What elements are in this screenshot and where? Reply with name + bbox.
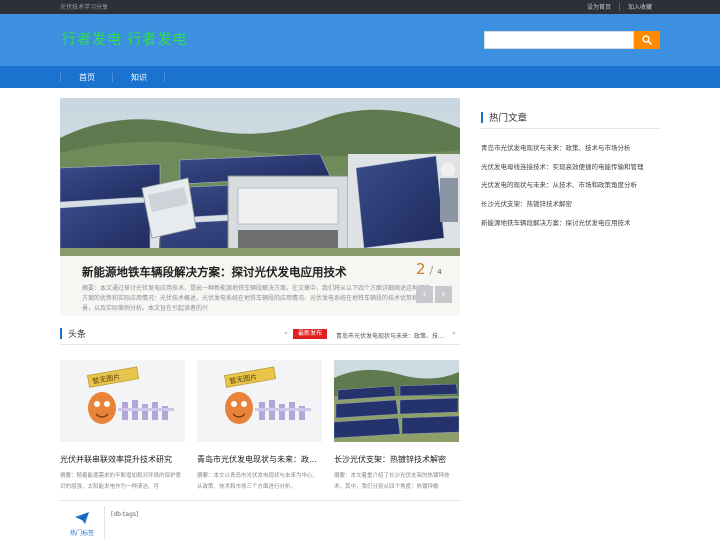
carousel-prev-button[interactable]: ‹ [416, 286, 433, 303]
solar-field-photo [334, 360, 459, 442]
carousel-next-button[interactable]: › [435, 286, 452, 303]
search-box [484, 31, 660, 49]
nav-item-knowledge[interactable]: 知识 [131, 72, 147, 83]
carousel-title[interactable]: 新能源地铁车辆段解决方案：探讨光伏发电应用技术 [82, 264, 347, 280]
article-thumbnail[interactable] [334, 360, 459, 442]
article-card[interactable]: 暂无图片 光伏并联串联效率提升技术研究 摘要：随着能源需求的不断增加和对环境的保… [60, 360, 185, 493]
nav-divider [60, 73, 61, 82]
nav-divider [112, 73, 113, 82]
article-card[interactable]: 长沙光伏支架：热镀锌技术解密 摘要：本文着重介绍了长沙光伏支架的热镀锌技术。其中… [334, 360, 459, 493]
sidebar-divider [481, 128, 660, 129]
carousel-caption: 新能源地铁车辆段解决方案：探讨光伏发电应用技术 2/4 摘要：本文通过探讨光伏发… [60, 256, 460, 316]
no-image-placeholder-icon: 暂无图片 [197, 360, 322, 442]
news-ticker[interactable]: 青岛市光伏发电现状与未来：政策、技… [336, 331, 446, 340]
featured-carousel[interactable]: 新能源地铁车辆段解决方案：探讨光伏发电应用技术 2/4 摘要：本文通过探讨光伏发… [60, 98, 460, 316]
search-icon [642, 35, 652, 45]
hot-article-link[interactable]: 光伏发电母线连接技术：实现高效便捷的电能传输和管理 [481, 161, 661, 180]
headlines-divider [60, 344, 460, 345]
latest-badge: 最新发布 [293, 329, 328, 339]
hot-tags-block: 热门标签 [60, 506, 104, 540]
top-bar: 光伏技术学习分享 设为首页 加入收藏 [0, 0, 720, 14]
hot-articles-list: 青岛市光伏发电现状与未来：政策、技术与市场分析 光伏发电母线连接技术：实现高效便… [481, 142, 661, 235]
tags-divider [104, 506, 105, 540]
ticker-prev-button[interactable]: « [284, 330, 288, 337]
headlines-label: 头条 [68, 329, 87, 340]
article-card[interactable]: 暂无图片 青岛市光伏发电现状与未来：政… 摘要：本文以青岛市光伏发电现状与未来为… [197, 360, 322, 493]
tags-list[interactable]: [db:tags] [111, 511, 138, 518]
article-title[interactable]: 光伏并联串联效率提升技术研究 [60, 454, 185, 465]
cards-divider [60, 500, 460, 501]
add-favorite-link[interactable]: 加入收藏 [620, 2, 660, 11]
chevron-right-icon: › [441, 289, 446, 300]
carousel-total-pages: 4 [437, 268, 442, 276]
set-home-link[interactable]: 设为首页 [579, 2, 619, 11]
site-header: 行者发电 行者发电 [0, 14, 720, 66]
top-links: 设为首页 加入收藏 [579, 2, 660, 11]
hot-article-link[interactable]: 青岛市光伏发电现状与未来：政策、技术与市场分析 [481, 142, 661, 161]
search-button[interactable] [634, 31, 660, 49]
hot-article-link[interactable]: 长沙光伏支架：热镀锌技术解密 [481, 198, 661, 217]
article-summary: 摘要：随着能源需求的不断增加和对环境的保护意识的增强，太阳能发电作为一种清洁、可 [60, 473, 182, 490]
site-tagline: 光伏技术学习分享 [60, 4, 109, 11]
site-logo[interactable]: 行者发电 行者发电 [62, 29, 187, 49]
ticker-next-button[interactable]: » [452, 330, 456, 337]
carousel-description: 摘要：本文通过探讨光伏发电应用技术，提出一种新能源地铁车辆段解决方案。在文章中，… [82, 285, 431, 312]
hot-articles-heading: 热门文章 [481, 110, 527, 124]
nav-item-home[interactable]: 首页 [79, 72, 95, 83]
hot-article-link[interactable]: 光伏发电的现状与未来：从技术、市场和政策角度分析 [481, 179, 661, 198]
hot-article-link[interactable]: 新能源地铁车辆段解决方案：探讨光伏发电应用技术 [481, 217, 661, 236]
no-image-placeholder-icon: 暂无图片 [60, 360, 185, 442]
headlines-heading: 头条 [60, 326, 86, 340]
paper-plane-icon [75, 512, 89, 524]
main-nav: 首页 知识 [0, 66, 720, 88]
article-thumbnail[interactable]: 暂无图片 [60, 360, 185, 442]
heading-accent-bar [481, 111, 483, 123]
pager-slash: / [429, 264, 434, 277]
search-input[interactable] [484, 31, 634, 49]
article-title[interactable]: 长沙光伏支架：热镀锌技术解密 [334, 454, 459, 465]
chevron-left-icon: ‹ [422, 289, 427, 300]
article-title[interactable]: 青岛市光伏发电现状与未来：政… [197, 454, 322, 465]
hot-tags-label: 热门标签 [69, 530, 94, 537]
nav-divider [164, 73, 165, 82]
heading-accent-bar [60, 327, 62, 339]
article-summary: 摘要：本文着重介绍了长沙光伏支架的热镀锌技术。其中，我们分别从四个角度：热镀锌概 [334, 473, 450, 490]
article-thumbnail[interactable]: 暂无图片 [197, 360, 322, 442]
article-summary: 摘要：本文以青岛市光伏发电现状与未来为中心，从政策、技术和市场三个方面进行分析。 [197, 473, 319, 490]
hot-articles-title: 热门文章 [489, 113, 528, 124]
carousel-pager: 2/4 [416, 260, 442, 278]
carousel-current-page: 2 [416, 260, 426, 278]
